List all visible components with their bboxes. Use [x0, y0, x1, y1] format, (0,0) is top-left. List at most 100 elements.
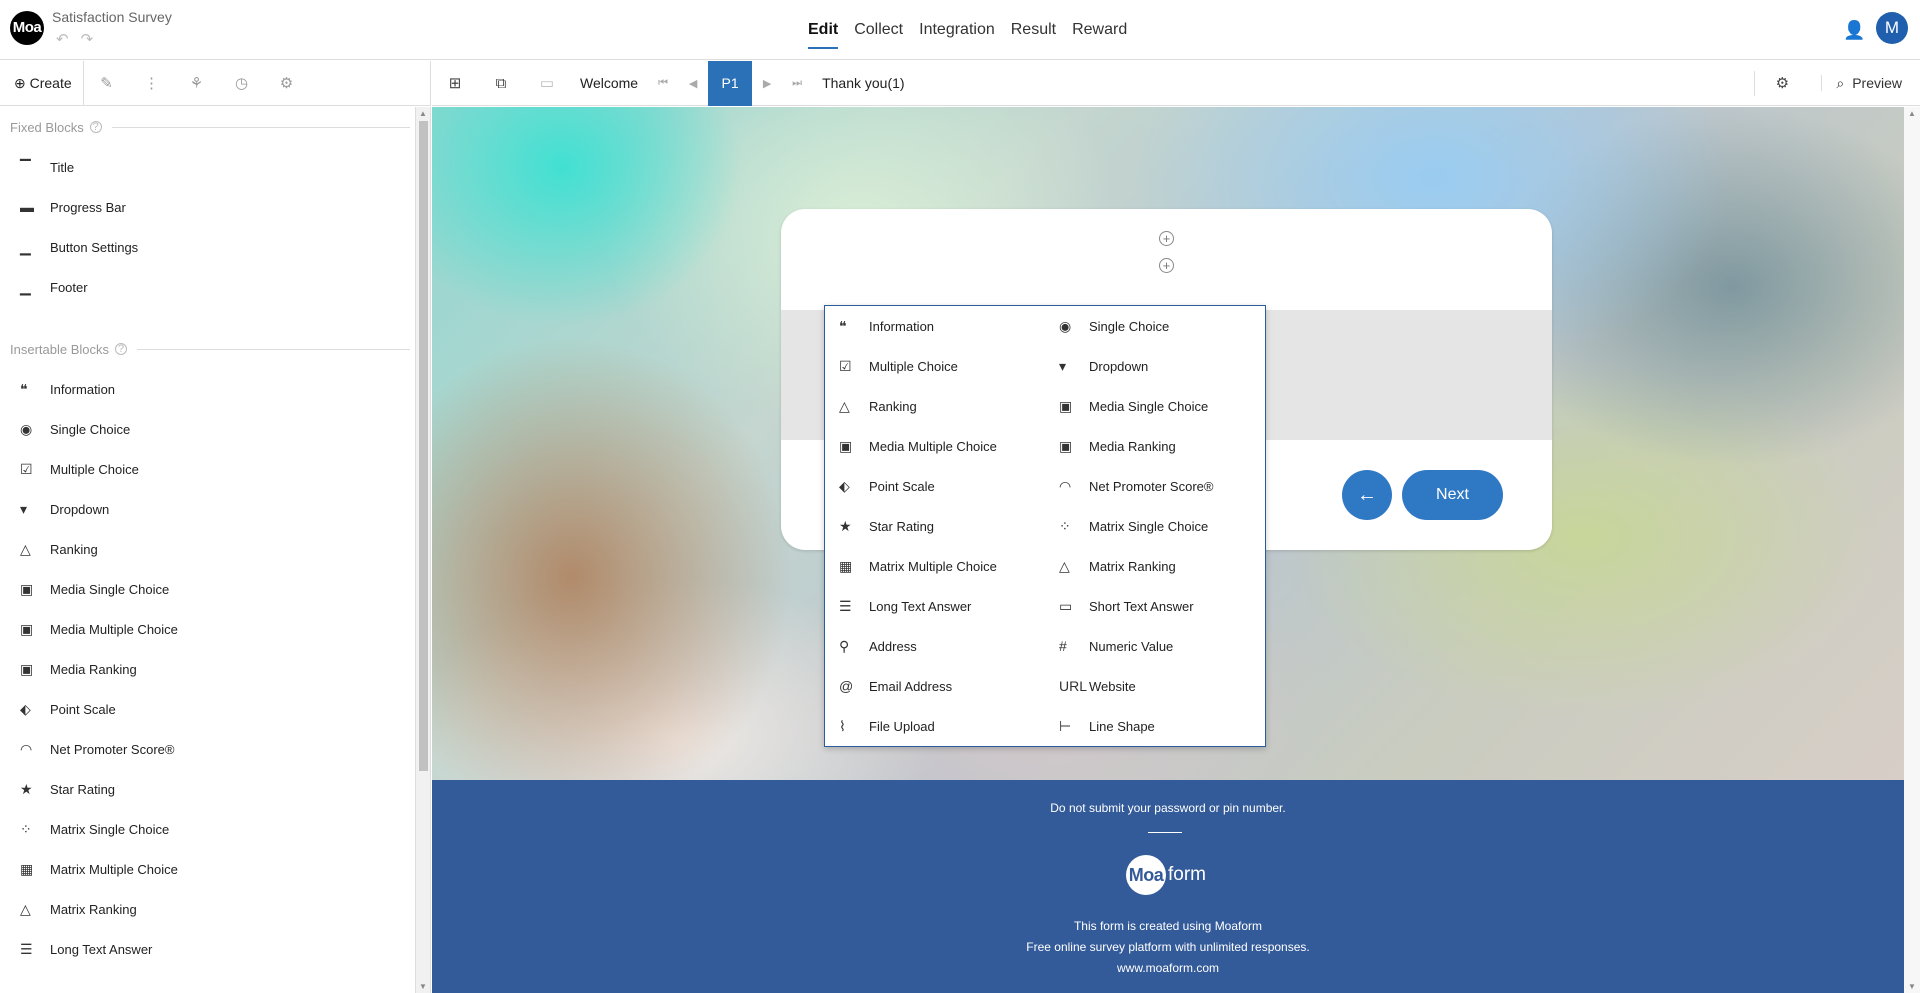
- popup-block-option[interactable]: ★ Star Rating: [825, 506, 1045, 546]
- block-label: Footer: [50, 279, 88, 295]
- sidebar-item-insertable[interactable]: ▣ Media Single Choice: [0, 569, 415, 609]
- tab-integration[interactable]: Integration: [919, 21, 995, 49]
- help-icon[interactable]: ?: [89, 121, 102, 133]
- flow-icon[interactable]: ⚘: [174, 74, 219, 92]
- survey-title[interactable]: Satisfaction Survey: [52, 9, 172, 25]
- popup-block-option[interactable]: ⊢ Line Shape: [1045, 706, 1265, 746]
- popup-block-option[interactable]: ▭ Short Text Answer: [1045, 586, 1265, 626]
- tab-collect[interactable]: Collect: [854, 21, 903, 49]
- star-icon: ★: [20, 780, 33, 797]
- scroll-down-icon[interactable]: ▼: [419, 982, 427, 991]
- last-page-icon[interactable]: ⏭: [782, 77, 812, 90]
- sidebar-item-insertable[interactable]: ★ Star Rating: [0, 769, 415, 809]
- share-user-icon[interactable]: 👤: [1843, 20, 1865, 41]
- add-page-icon[interactable]: ⊞: [432, 74, 478, 92]
- prev-page-icon[interactable]: ◀: [678, 77, 708, 90]
- add-block-icon[interactable]: +: [1159, 231, 1174, 246]
- popup-block-option[interactable]: ▣ Media Multiple Choice: [825, 426, 1045, 466]
- popup-block-option[interactable]: URL Website: [1045, 666, 1265, 706]
- scroll-down-icon[interactable]: ▼: [1908, 982, 1916, 991]
- website-link[interactable]: www.moaform.com: [432, 961, 1904, 975]
- add-block-icon[interactable]: +: [1159, 258, 1174, 273]
- sidebar-item-insertable[interactable]: ☑ Multiple Choice: [0, 449, 415, 489]
- popup-block-option[interactable]: ▾ Dropdown: [1045, 346, 1265, 386]
- tab-result[interactable]: Result: [1011, 21, 1056, 49]
- scrollbar-thumb[interactable]: [419, 121, 428, 771]
- design-icon[interactable]: ✎: [84, 74, 129, 92]
- redo-icon[interactable]: ↷: [81, 31, 94, 48]
- sidebar-item-insertable[interactable]: ▦ Matrix Multiple Choice: [0, 849, 415, 889]
- popup-block-option[interactable]: ⌇ File Upload: [825, 706, 1045, 746]
- undo-icon[interactable]: ↶: [56, 31, 69, 48]
- canvas-scrollbar[interactable]: ▲ ▼: [1904, 107, 1920, 993]
- popup-block-option[interactable]: ⬖ Point Scale: [825, 466, 1045, 506]
- delete-page-icon[interactable]: ▭: [524, 74, 570, 92]
- history-icon[interactable]: ◷: [219, 74, 264, 92]
- arrow-left-icon: ←: [1357, 484, 1377, 506]
- divider: [1148, 832, 1182, 833]
- checkbox-icon: ☑: [20, 460, 33, 477]
- scroll-up-icon[interactable]: ▲: [419, 109, 427, 118]
- media-single-icon: ▣: [20, 580, 34, 597]
- sidebar-item-insertable[interactable]: ⁘ Matrix Single Choice: [0, 809, 415, 849]
- popup-block-option[interactable]: ◉ Single Choice: [1045, 306, 1265, 346]
- sidebar-item-insertable[interactable]: ▣ Media Multiple Choice: [0, 609, 415, 649]
- copy-page-icon[interactable]: ⧉: [478, 75, 524, 92]
- popup-block-option[interactable]: ▦ Matrix Multiple Choice: [825, 546, 1045, 586]
- sidebar-item-insertable[interactable]: ▣ Media Ranking: [0, 649, 415, 689]
- sidebar-item-fixed[interactable]: ▁ Footer: [0, 267, 415, 307]
- help-icon[interactable]: ?: [115, 343, 127, 355]
- thank-you-page-tab[interactable]: Thank you(1): [822, 75, 904, 91]
- sidebar-item-insertable[interactable]: ⬖ Point Scale: [0, 689, 415, 729]
- matrix-ranking-icon: △: [1059, 557, 1070, 574]
- sidebar-item-insertable[interactable]: ❝ Information: [0, 369, 415, 409]
- page-p1-tab[interactable]: P1: [708, 60, 753, 106]
- block-label: Email Address: [869, 678, 953, 694]
- popup-block-option[interactable]: ▣ Media Ranking: [1045, 426, 1265, 466]
- block-label: Information: [50, 381, 116, 397]
- popup-block-option[interactable]: △ Ranking: [825, 386, 1045, 426]
- sidebar-item-insertable[interactable]: ◉ Single Choice: [0, 409, 415, 449]
- block-label: Single Choice: [50, 421, 131, 437]
- sidebar-item-fixed[interactable]: ▬ Progress Bar: [0, 187, 415, 227]
- preview-button[interactable]: ⌕ Preview: [1809, 75, 1920, 92]
- next-button[interactable]: Next: [1402, 470, 1503, 520]
- popup-block-option[interactable]: ☑ Multiple Choice: [825, 346, 1045, 386]
- block-label: Point Scale: [50, 701, 116, 717]
- hash-icon: #: [1059, 638, 1067, 654]
- popup-block-option[interactable]: △ Matrix Ranking: [1045, 546, 1265, 586]
- popup-block-option[interactable]: # Numeric Value: [1045, 626, 1265, 666]
- popup-block-option[interactable]: ☰ Long Text Answer: [825, 586, 1045, 626]
- create-button[interactable]: ⊕ Create: [0, 60, 84, 106]
- welcome-page-tab[interactable]: Welcome: [580, 75, 638, 91]
- first-page-icon[interactable]: ⏮: [648, 77, 678, 90]
- app-logo[interactable]: Moa: [10, 11, 44, 45]
- settings-icon[interactable]: ⚙: [264, 74, 309, 92]
- back-button[interactable]: ←: [1342, 470, 1392, 520]
- popup-block-option[interactable]: ◠ Net Promoter Score®: [1045, 466, 1265, 506]
- sidebar-item-insertable[interactable]: ▾ Dropdown: [0, 489, 415, 529]
- sidebar-item-fixed[interactable]: ▁ Button Settings: [0, 227, 415, 267]
- moaform-logo[interactable]: Moa form: [1126, 855, 1206, 895]
- tab-reward[interactable]: Reward: [1072, 21, 1127, 49]
- tab-edit[interactable]: Edit: [808, 21, 839, 49]
- page-settings-icon[interactable]: ⚙: [1754, 71, 1809, 96]
- popup-block-option[interactable]: ▣ Media Single Choice: [1045, 386, 1265, 426]
- block-label: Information: [869, 318, 935, 334]
- sidebar-item-insertable[interactable]: △ Matrix Ranking: [0, 889, 415, 929]
- sidebar-item-insertable[interactable]: ☰ Long Text Answer: [0, 929, 415, 969]
- sidebar-item-insertable[interactable]: ◠ Net Promoter Score®: [0, 729, 415, 769]
- popup-block-option[interactable]: @ Email Address: [825, 666, 1045, 706]
- next-page-icon[interactable]: ▶: [752, 77, 782, 90]
- popup-block-option[interactable]: ⁘ Matrix Single Choice: [1045, 506, 1265, 546]
- scroll-up-icon[interactable]: ▲: [1908, 109, 1916, 118]
- sidebar-item-insertable[interactable]: △ Ranking: [0, 529, 415, 569]
- left-toolbar: ⊕ Create ✎ ⋮ ⚘ ◷ ⚙: [0, 60, 431, 106]
- popup-block-option[interactable]: ❝ Information: [825, 306, 1045, 346]
- sidebar-scrollbar[interactable]: ▲ ▼: [416, 107, 431, 993]
- gauge-icon: ◠: [1059, 477, 1072, 494]
- popup-block-option[interactable]: ⚲ Address: [825, 626, 1045, 666]
- avatar[interactable]: M: [1876, 12, 1908, 44]
- logic-icon[interactable]: ⋮: [129, 74, 174, 92]
- sidebar-item-fixed[interactable]: ▔ Title: [0, 147, 415, 187]
